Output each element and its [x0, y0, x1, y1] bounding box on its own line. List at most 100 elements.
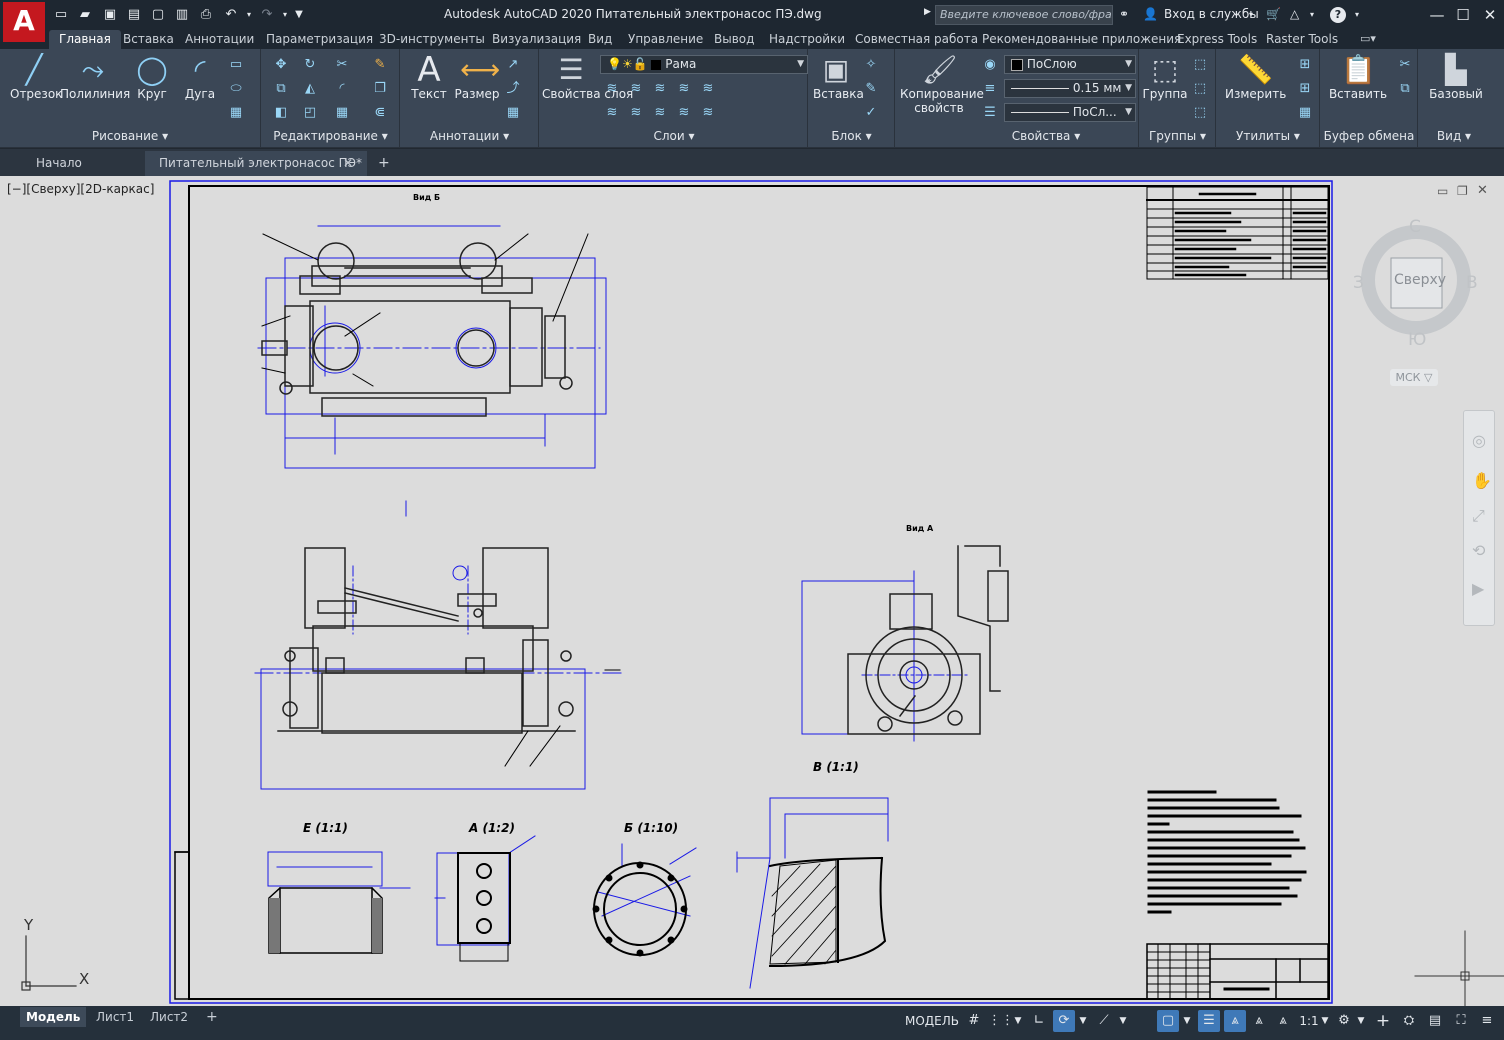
view-panel-label[interactable]: Вид ▾	[1419, 129, 1489, 143]
minimize-button[interactable]: —	[1424, 3, 1450, 27]
array-icon[interactable]: ▦	[334, 105, 350, 121]
fillet-icon[interactable]: ◜	[334, 81, 350, 97]
scale-icon[interactable]: ◰	[302, 105, 318, 121]
tab-annotate[interactable]: Аннотации	[185, 30, 254, 49]
tab-layout1[interactable]: Лист1	[90, 1007, 140, 1027]
signin-dropdown-icon[interactable]: ▾	[1249, 10, 1253, 19]
layer-properties-button[interactable]: ☰ Свойства слоя	[542, 53, 633, 101]
snap-mode-icon[interactable]: ⋮⋮	[988, 1010, 1014, 1032]
save-as-icon[interactable]: ▤	[125, 6, 143, 23]
block-panel-label[interactable]: Блок ▾	[809, 129, 894, 143]
new-file-icon[interactable]: ▭	[52, 6, 70, 23]
utilities-panel-label[interactable]: Утилиты ▾	[1217, 129, 1319, 143]
tab-visualize[interactable]: Визуализация	[492, 30, 581, 49]
layer-freeze-icon[interactable]: ≋	[652, 81, 668, 97]
tab-insert[interactable]: Вставка	[123, 30, 174, 49]
open-file-icon[interactable]: ▰	[76, 6, 94, 23]
tab-featured-apps[interactable]: Рекомендованные приложения	[982, 30, 1181, 49]
block-attributes-icon[interactable]: ✓	[863, 105, 879, 121]
add-layout-icon[interactable]: +	[200, 1007, 224, 1027]
open-web-icon[interactable]: ▢	[149, 6, 167, 23]
snap-dropdown-icon[interactable]: ▼	[1012, 1010, 1024, 1032]
polar-dropdown-icon[interactable]: ▼	[1077, 1010, 1089, 1032]
osnap-dropdown-icon[interactable]: ▼	[1181, 1010, 1193, 1032]
save-web-icon[interactable]: ▥	[173, 6, 191, 23]
new-tab-icon[interactable]: +	[378, 151, 390, 176]
auto-scale-icon[interactable]: ⩓	[1248, 1010, 1270, 1032]
create-block-icon[interactable]: ✧	[863, 57, 879, 73]
edit-block-icon[interactable]: ✎	[863, 81, 879, 97]
tab-addins[interactable]: Надстройки	[769, 30, 845, 49]
help-icon[interactable]: ?	[1330, 7, 1346, 23]
tab-parametric[interactable]: Параметризация	[266, 30, 373, 49]
close-tab-icon[interactable]: ✕	[343, 151, 353, 175]
fullscreen-icon[interactable]: ⛶	[1450, 1010, 1472, 1032]
workspace-gear-icon[interactable]: ⚙	[1333, 1010, 1355, 1032]
properties-panel-label[interactable]: Свойства ▾	[976, 129, 1116, 143]
units-icon[interactable]: ⛭	[1398, 1010, 1420, 1032]
ungroup-icon[interactable]: ⬚	[1192, 57, 1208, 73]
ellipse-icon[interactable]: ⬭	[228, 81, 244, 97]
viewport-restore-icon[interactable]: ❐	[1457, 184, 1468, 198]
object-snap-icon[interactable]: ▢	[1157, 1010, 1179, 1032]
autocad-logo-button[interactable]: A	[3, 2, 45, 42]
layer-lock-icon[interactable]: ≋	[676, 81, 692, 97]
annotation-panel-label[interactable]: Аннотации ▾	[401, 129, 538, 143]
annotation-scale-icon[interactable]: ⩓	[1272, 1010, 1294, 1032]
layer-make-current-icon[interactable]: ≋	[700, 81, 716, 97]
draw-panel-label[interactable]: Рисование ▾	[0, 129, 260, 143]
isodraft-dropdown-icon[interactable]: ▼	[1117, 1010, 1129, 1032]
tab-current-drawing[interactable]: Питательный электронасос ПЭ* ✕	[145, 151, 367, 176]
layer-previous-icon[interactable]: ≋	[628, 105, 644, 121]
lineweight-dropdown[interactable]: 0.15 мм ▼	[1004, 79, 1136, 98]
a360-dropdown-icon[interactable]: ▾	[1310, 10, 1314, 19]
undo-icon[interactable]: ↶	[222, 6, 240, 23]
isolate-objects-icon[interactable]: ▤	[1424, 1010, 1446, 1032]
select-all-icon[interactable]: ⊞	[1297, 81, 1313, 97]
scale-button[interactable]: 1:1	[1297, 1010, 1321, 1032]
undo-dropdown-icon[interactable]: ▾	[240, 6, 258, 23]
layer-thaw-icon[interactable]: ≋	[676, 105, 692, 121]
tab-collaborate[interactable]: Совместная работа	[855, 30, 978, 49]
layer-isolate-icon[interactable]: ≋	[628, 81, 644, 97]
tab-start[interactable]: Начало	[36, 151, 82, 176]
group-select-icon[interactable]: ⬚	[1192, 105, 1208, 121]
a360-icon[interactable]: △	[1290, 7, 1299, 21]
annotation-visibility-icon[interactable]: ⩓	[1224, 1010, 1246, 1032]
viewcube-east[interactable]: В	[1466, 273, 1478, 293]
layer-unlock-icon[interactable]: ≋	[700, 105, 716, 121]
group-button[interactable]: ⬚ Группа	[1142, 53, 1188, 101]
layer-off-icon[interactable]: ≋	[604, 81, 620, 97]
move-icon[interactable]: ✥	[273, 57, 289, 73]
explode-icon[interactable]: ❐	[372, 81, 388, 97]
quick-select-icon[interactable]: ⊞	[1297, 57, 1313, 73]
scale-dropdown-icon[interactable]: ▼	[1319, 1010, 1331, 1032]
tab-home[interactable]: Главная	[49, 30, 121, 49]
trim-icon[interactable]: ✂	[334, 57, 350, 73]
tab-express-tools[interactable]: Express Tools	[1177, 30, 1257, 49]
zoom-extents-icon[interactable]: ⤢	[1472, 506, 1485, 526]
save-icon[interactable]: ▣	[101, 6, 119, 23]
viewcube-west[interactable]: З	[1353, 273, 1364, 293]
erase-icon[interactable]: ✎	[372, 57, 388, 73]
model-space-button[interactable]: МОДЕЛЬ	[903, 1010, 961, 1032]
ucs-menu[interactable]: МСК ▽	[1390, 369, 1438, 386]
viewcube-top-label[interactable]: Сверху	[1394, 272, 1446, 288]
tab-layout2[interactable]: Лист2	[144, 1007, 194, 1027]
viewcube-north[interactable]: С	[1409, 217, 1421, 237]
lineweight-toggle-icon[interactable]: ☰	[1198, 1010, 1220, 1032]
dimension-button[interactable]: ⟷ Размер	[453, 53, 501, 101]
stretch-icon[interactable]: ◧	[273, 105, 289, 121]
customization-icon[interactable]: ≡	[1476, 1010, 1498, 1032]
tab-3d-tools[interactable]: 3D-инструменты	[379, 30, 485, 49]
help-dropdown-icon[interactable]: ▾	[1355, 10, 1359, 19]
leader-icon[interactable]: ↗	[505, 57, 521, 73]
rectangle-icon[interactable]: ▭	[228, 57, 244, 73]
line-button[interactable]: ╱ Отрезок	[10, 53, 62, 101]
mirror-icon[interactable]: ◭	[302, 81, 318, 97]
hatch-icon[interactable]: ▦	[228, 105, 244, 121]
showmotion-icon[interactable]: ▶	[1472, 579, 1484, 598]
layer-unisolate-icon[interactable]: ≋	[652, 105, 668, 121]
search-input[interactable]: Введите ключевое слово/фразу	[935, 5, 1113, 25]
cart-icon[interactable]: 🛒	[1266, 7, 1281, 21]
